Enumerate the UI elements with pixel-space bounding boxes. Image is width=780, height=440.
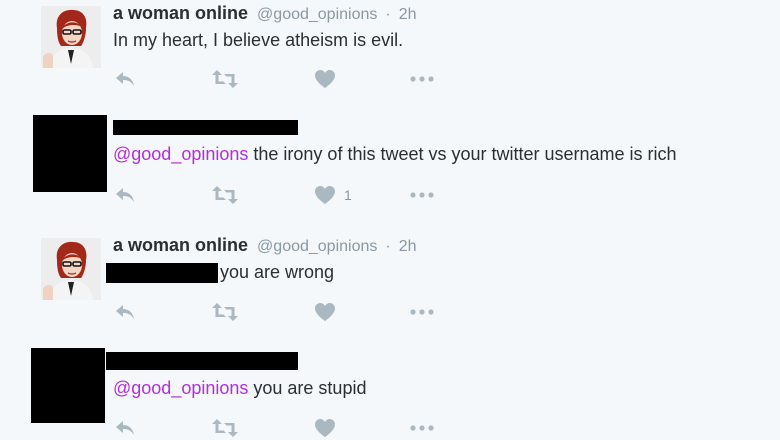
retweet-icon bbox=[211, 300, 239, 324]
redacted-header bbox=[113, 120, 298, 135]
reply-icon bbox=[113, 300, 137, 324]
like-icon bbox=[313, 416, 337, 440]
avatar[interactable] bbox=[41, 6, 101, 68]
tweet-body: you are stupid bbox=[248, 378, 367, 398]
display-name[interactable]: a woman online bbox=[113, 3, 248, 23]
more-button[interactable] bbox=[409, 416, 435, 440]
tweet-actions: 1 bbox=[113, 183, 443, 207]
more-button[interactable] bbox=[409, 300, 435, 324]
more-icon bbox=[409, 67, 435, 91]
retweet-button[interactable] bbox=[211, 67, 239, 91]
reply-icon bbox=[113, 416, 137, 440]
reply-button[interactable] bbox=[113, 183, 137, 207]
tweet-text: @good_opinions you are stupid bbox=[113, 378, 366, 399]
more-icon bbox=[409, 416, 435, 440]
avatar[interactable] bbox=[41, 238, 101, 300]
mention-link[interactable]: @good_opinions bbox=[113, 378, 248, 398]
tweet: a woman online @good_opinions · 2h In my… bbox=[0, 0, 780, 107]
more-icon bbox=[409, 300, 435, 324]
reply-button[interactable] bbox=[113, 67, 137, 91]
like-button[interactable] bbox=[313, 416, 337, 440]
username[interactable]: @good_opinions bbox=[257, 6, 377, 23]
redacted-avatar bbox=[33, 115, 107, 192]
retweet-icon bbox=[211, 416, 239, 440]
username[interactable]: @good_opinions bbox=[257, 238, 377, 255]
separator-dot: · bbox=[385, 6, 391, 23]
retweet-icon bbox=[211, 183, 239, 207]
like-count: 1 bbox=[344, 187, 352, 203]
more-button[interactable] bbox=[409, 183, 435, 207]
tweet: @good_opinions you are stupid bbox=[0, 338, 780, 439]
retweet-icon bbox=[211, 67, 239, 91]
reply-button[interactable] bbox=[113, 416, 137, 440]
tweet-header: a woman online @good_opinions · 2h bbox=[113, 235, 417, 256]
separator-dot: · bbox=[385, 238, 391, 255]
tweet-actions bbox=[113, 300, 443, 324]
timestamp[interactable]: 2h bbox=[399, 6, 417, 23]
more-icon bbox=[409, 183, 435, 207]
tweet-text: you are wrong bbox=[220, 262, 335, 282]
reply-button[interactable] bbox=[113, 300, 137, 324]
retweet-button[interactable] bbox=[211, 183, 239, 207]
reply-icon bbox=[113, 67, 137, 91]
redacted-avatar bbox=[31, 348, 105, 423]
tweet: @good_opinions the irony of this tweet v… bbox=[0, 106, 780, 222]
redacted-mention bbox=[106, 263, 218, 283]
tweet-header: a woman online @good_opinions · 2h bbox=[113, 3, 417, 24]
tweet: a woman online @good_opinions · 2h you a… bbox=[0, 221, 780, 339]
like-icon bbox=[313, 300, 337, 324]
like-button[interactable] bbox=[313, 300, 337, 324]
more-button[interactable] bbox=[409, 67, 435, 91]
tweet-text: In my heart, I believe atheism is evil. bbox=[113, 30, 404, 50]
tweet-actions bbox=[113, 67, 443, 91]
timestamp[interactable]: 2h bbox=[399, 238, 417, 255]
retweet-button[interactable] bbox=[211, 300, 239, 324]
tweet-actions bbox=[113, 416, 443, 440]
like-button[interactable]: 1 bbox=[313, 183, 352, 207]
mention-link[interactable]: @good_opinions bbox=[113, 144, 248, 164]
reply-icon bbox=[113, 183, 137, 207]
display-name[interactable]: a woman online bbox=[113, 235, 248, 255]
redacted-header bbox=[106, 352, 298, 370]
tweet-body: the irony of this tweet vs your twitter … bbox=[248, 144, 677, 164]
like-icon bbox=[313, 67, 337, 91]
tweet-text: @good_opinions the irony of this tweet v… bbox=[113, 144, 677, 165]
retweet-button[interactable] bbox=[211, 416, 239, 440]
like-icon bbox=[313, 183, 337, 207]
like-button[interactable] bbox=[313, 67, 337, 91]
